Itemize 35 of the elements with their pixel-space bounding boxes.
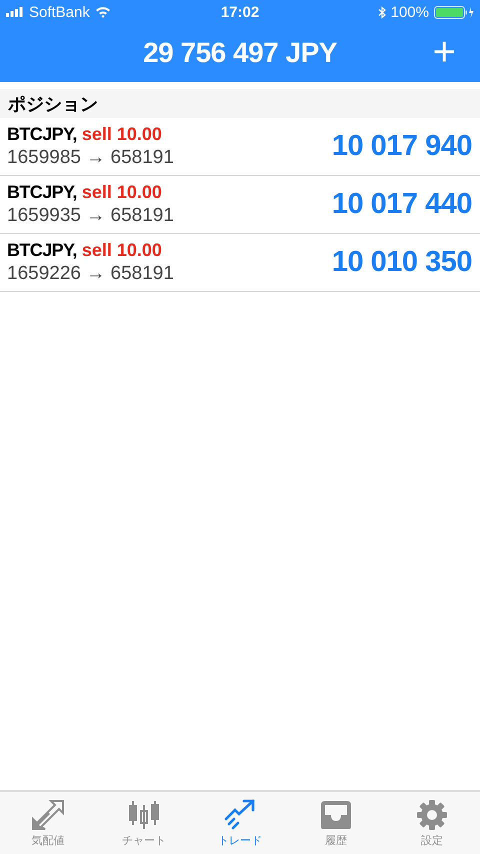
position-side: sell 10.00 (82, 124, 162, 145)
position-prices: 1659935 → 658191 (7, 205, 174, 227)
position-row[interactable]: BTCJPY, sell 10.00 1659985 → 658191 10 017 940 (0, 118, 480, 176)
tab[interactable]: 設定 (384, 792, 480, 854)
carrier-name: SoftBank (29, 4, 90, 20)
section-header: ポジション (0, 89, 480, 118)
account-balance: 29 756 497 JPY (143, 37, 337, 69)
status-time: 17:02 (220, 4, 260, 20)
inbox-icon (319, 798, 353, 830)
signal-icon (6, 7, 24, 17)
position-symbol: BTCJPY, (7, 182, 77, 203)
tab[interactable]: チャート (96, 792, 192, 854)
diagonal-arrows-icon (31, 798, 65, 830)
position-row[interactable]: BTCJPY, sell 10.00 1659226 → 658191 10 010 350 (0, 234, 480, 292)
position-prices: 1659985 → 658191 (7, 147, 174, 169)
candlestick-icon (127, 798, 161, 830)
tab[interactable]: トレード (192, 792, 288, 854)
position-row[interactable]: BTCJPY, sell 10.00 1659935 → 658191 10 017 440 (0, 176, 480, 234)
add-button[interactable]: + (428, 30, 460, 74)
battery-icon (434, 6, 474, 18)
position-symbol: BTCJPY, (7, 240, 77, 261)
position-symbol: BTCJPY, (7, 124, 77, 145)
position-prices: 1659226 → 658191 (7, 263, 174, 285)
tab[interactable]: 履歴 (288, 792, 384, 854)
trend-arrow-icon (223, 798, 257, 830)
position-side: sell 10.00 (82, 182, 162, 203)
wifi-icon (94, 6, 111, 18)
bluetooth-icon (378, 6, 386, 18)
settings-icon (415, 798, 449, 830)
position-profit: 10 017 440 (332, 188, 472, 221)
tab[interactable]: 気配値 (0, 792, 96, 854)
position-side: sell 10.00 (82, 240, 162, 261)
battery-percent: 100% (390, 4, 429, 20)
position-profit: 10 010 350 (332, 246, 472, 279)
position-profit: 10 017 940 (332, 130, 472, 163)
